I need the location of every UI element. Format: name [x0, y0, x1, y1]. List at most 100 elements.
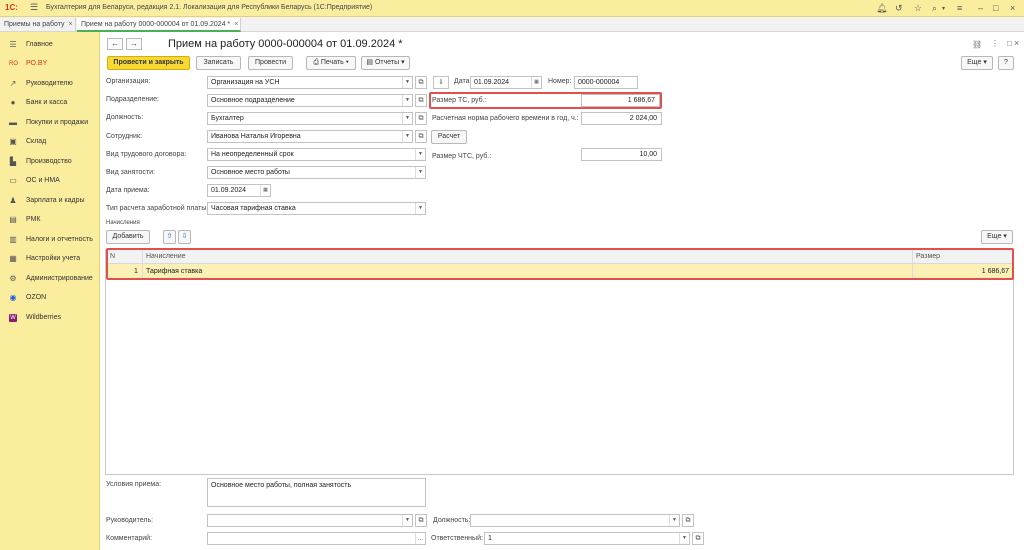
settings-icon[interactable]: ≡ — [957, 3, 962, 13]
move-down-icon[interactable]: ⇩ — [178, 230, 191, 244]
tab-close-icon[interactable]: × — [234, 21, 238, 28]
hire-date-field[interactable]: 01.09.2024 ▦ — [207, 184, 271, 197]
open-link-icon[interactable]: ⧉ — [415, 76, 427, 89]
sidebar-item-label: Главное — [26, 41, 53, 48]
truck-icon: ▭ — [9, 176, 17, 185]
link-icon[interactable]: ⛓ — [972, 40, 982, 49]
close-icon[interactable]: × — [1010, 3, 1015, 13]
open-link-icon[interactable]: ⧉ — [682, 514, 694, 527]
chevron-down-icon[interactable]: ▼ — [402, 515, 412, 526]
main-menu-icon[interactable]: ☰ — [30, 2, 38, 13]
chevron-down-icon[interactable]: ▼ — [415, 167, 425, 178]
sidebar-item-admin[interactable]: ⚙ Администрирование — [0, 271, 100, 289]
sidebar-item-payroll[interactable]: ♟ Зарплата и кадры — [0, 193, 100, 211]
print-button[interactable]: ⎙ Печать ▾ — [306, 56, 356, 70]
cash-register-icon: ▤ — [9, 215, 17, 224]
post-and-close-button[interactable]: Провести и закрыть — [107, 56, 190, 70]
employee-field[interactable]: Иванова Наталья Игоревна ▼ — [207, 130, 413, 143]
comment-field[interactable]: … — [207, 532, 426, 545]
fill-down-icon[interactable]: ⇓ — [433, 76, 449, 89]
history-icon[interactable]: ↺ — [895, 3, 903, 14]
move-up-icon[interactable]: ⇧ — [163, 230, 176, 244]
ts-amount-field[interactable]: 1 686,67 — [581, 94, 660, 107]
search-icon[interactable]: ⌕ — [932, 3, 937, 14]
sidebar-item-manager[interactable]: ↗ Руководителю — [0, 76, 100, 94]
ellipsis-icon[interactable]: … — [415, 533, 425, 544]
back-arrow-icon[interactable]: ← — [107, 38, 123, 50]
contract-type-field[interactable]: На неопределенный срок ▼ — [207, 148, 426, 161]
accruals-more-button[interactable]: Еще ▾ — [981, 230, 1013, 244]
minimize-icon[interactable]: – — [978, 3, 983, 13]
chevron-down-icon[interactable]: ▼ — [402, 113, 412, 124]
sidebar-item-accounting-settings[interactable]: ▦ Настройки учета — [0, 251, 100, 269]
calculate-button[interactable]: Расчет — [431, 130, 467, 144]
responsible-value: 1 — [488, 535, 492, 542]
chevron-down-icon[interactable]: ▼ — [402, 131, 412, 142]
reports-button[interactable]: ▤ Отчеты ▾ — [361, 56, 410, 70]
post-button[interactable]: Провести — [248, 56, 293, 70]
manager-field[interactable]: ▼ — [207, 514, 413, 527]
open-link-icon[interactable]: ⧉ — [415, 112, 427, 125]
maximize-icon[interactable]: □ — [993, 3, 998, 13]
department-field[interactable]: Основное подразделение ▼ — [207, 94, 413, 107]
more-button[interactable]: Еще ▾ — [961, 56, 993, 70]
page-title: Прием на работу 0000-000004 от 01.09.202… — [168, 38, 403, 50]
open-link-icon[interactable]: ⧉ — [415, 130, 427, 143]
document-form: ← → Прием на работу 0000-000004 от 01.09… — [100, 32, 1024, 550]
star-icon[interactable]: ☆ — [914, 3, 922, 14]
sidebar-item-main[interactable]: ☰ Главное — [0, 37, 100, 55]
maximize-form-icon[interactable]: □ — [1007, 39, 1012, 48]
help-button[interactable]: ? — [998, 56, 1014, 70]
responsible-field[interactable]: 1 ▼ — [484, 532, 690, 545]
chts-amount-field[interactable]: 10,00 — [581, 148, 662, 161]
position-field[interactable]: Бухгалтер ▼ — [207, 112, 413, 125]
sidebar-item-ro-by[interactable]: RO РО.BY — [0, 56, 100, 74]
more-vertical-icon[interactable]: ⋮ — [991, 39, 999, 48]
chevron-down-icon[interactable]: ▼ — [669, 515, 679, 526]
chevron-down-icon[interactable]: ▼ — [402, 95, 412, 106]
signer-position-field[interactable]: ▼ — [470, 514, 680, 527]
sidebar-item-wildberries[interactable]: W Wildberries — [0, 310, 100, 328]
sidebar-item-production[interactable]: ▙ Производство — [0, 154, 100, 172]
sidebar-item-bank[interactable]: ● Банк и касса — [0, 95, 100, 113]
salary-type-field[interactable]: Часовая тарифная ставка ▼ — [207, 202, 426, 215]
tab-close-icon[interactable]: × — [69, 21, 73, 28]
add-accrual-button[interactable]: Добавить — [106, 230, 150, 244]
accruals-table[interactable]: N Начисление Размер 1 Тарифная ставка 1 … — [105, 249, 1014, 475]
work-norm-field[interactable]: 2 024,00 — [581, 112, 662, 125]
calendar-icon[interactable]: ▦ — [260, 185, 270, 196]
save-button[interactable]: Записать — [196, 56, 241, 70]
employment-type-label: Вид занятости: — [106, 169, 155, 176]
tab-hires-list[interactable]: Приемы на работу × — [0, 18, 76, 32]
chevron-down-icon[interactable]: ▾ — [942, 5, 945, 12]
tax-icon: ▥ — [9, 235, 17, 244]
open-link-icon[interactable]: ⧉ — [692, 532, 704, 545]
chevron-down-icon[interactable]: ▼ — [679, 533, 689, 544]
chevron-down-icon[interactable]: ▼ — [415, 149, 425, 160]
employment-type-field[interactable]: Основное место работы ▼ — [207, 166, 426, 179]
settings-doc-icon: ▦ — [9, 254, 17, 263]
open-link-icon[interactable]: ⧉ — [415, 94, 427, 107]
date-field[interactable]: 01.09.2024 ▦ — [470, 76, 542, 89]
sidebar-item-warehouse[interactable]: ▣ Склад — [0, 134, 100, 152]
sidebar-item-ozon[interactable]: ◉ OZON — [0, 290, 100, 308]
tab-hire-document[interactable]: Прием на работу 0000-000004 от 01.09.202… — [77, 18, 241, 32]
close-form-icon[interactable]: × — [1014, 38, 1019, 48]
open-link-icon[interactable]: ⧉ — [415, 514, 427, 527]
sidebar-item-pos[interactable]: ▤ РМК — [0, 212, 100, 230]
reports-label: Отчеты — [374, 59, 400, 66]
number-value: 0000-000004 — [578, 79, 620, 86]
forward-arrow-icon[interactable]: → — [126, 38, 142, 50]
number-field[interactable]: 0000-000004 — [574, 76, 638, 89]
calendar-icon[interactable]: ▦ — [531, 77, 541, 88]
sidebar-item-taxes[interactable]: ▥ Налоги и отчетность — [0, 232, 100, 250]
sidebar-item-assets[interactable]: ▭ ОС и НМА — [0, 173, 100, 191]
organization-field[interactable]: Организация на УСН ▼ — [207, 76, 413, 89]
bell-icon[interactable]: 🔔︎ — [876, 3, 887, 14]
sidebar-item-sales[interactable]: ▬ Покупки и продажи — [0, 115, 100, 133]
conditions-textarea[interactable]: Основное место работы, полная занятость — [207, 478, 426, 507]
department-value: Основное подразделение — [211, 97, 295, 104]
chevron-down-icon[interactable]: ▼ — [402, 77, 412, 88]
chevron-down-icon[interactable]: ▼ — [415, 203, 425, 214]
date-value: 01.09.2024 — [474, 79, 510, 86]
